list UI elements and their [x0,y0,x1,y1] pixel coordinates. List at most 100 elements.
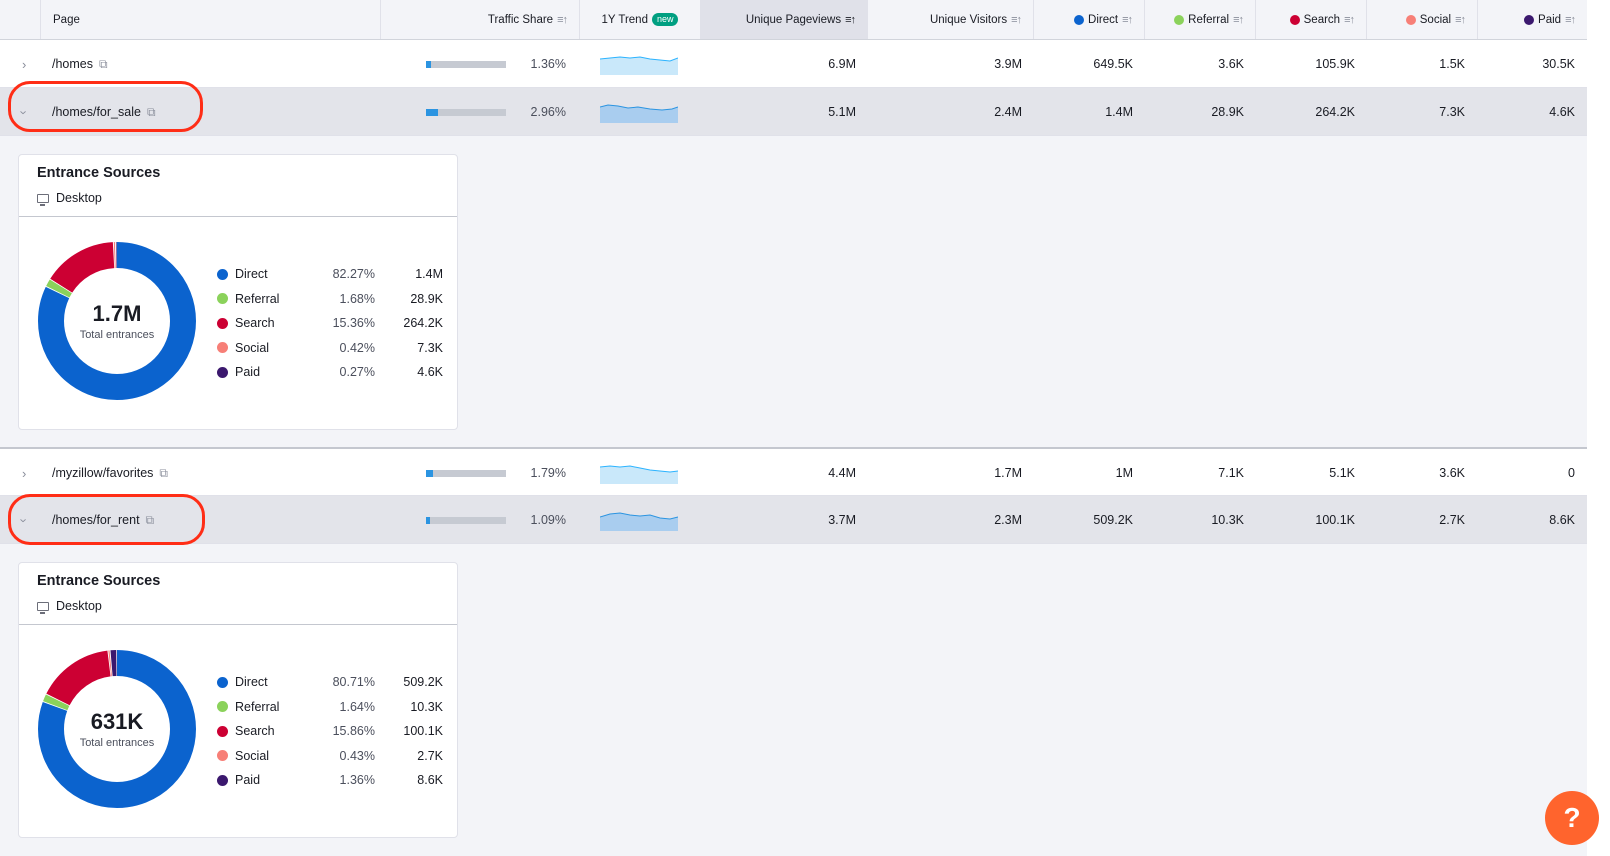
expand-chevron-icon[interactable]: › [22,40,38,88]
total-entrances-label: Total entrances [79,329,155,341]
scroll-gutter [1587,0,1610,856]
paid-value: 8.6K [1549,513,1575,527]
device-label: Desktop [37,599,102,614]
collapse-chevron-icon[interactable]: › [17,88,38,136]
collapse-chevron-icon[interactable]: › [17,496,38,544]
share-bar [426,449,506,497]
col-page-label: Page [53,13,80,26]
referral-value: 28.9K [1211,105,1244,119]
col-search[interactable]: Search ≡↑ [1255,0,1366,39]
col-direct[interactable]: Direct ≡↑ [1033,0,1144,39]
entrance-sources-card: Entrance Sources Desktop 1.7M Total entr… [18,154,458,430]
direct-dot-icon [1074,14,1085,25]
page-link[interactable]: /homes [52,57,93,71]
page-link[interactable]: /homes/for_sale [52,105,141,119]
col-unique-pageviews-label: Unique Pageviews [745,13,842,26]
legend-name: Social [235,340,270,355]
search-value: 264.2K [1315,105,1355,119]
sort-icon[interactable]: ≡↑ [1011,14,1022,26]
entrance-sources-card: Entrance Sources Desktop 631K Total entr… [18,562,458,838]
desktop-icon [37,601,49,614]
col-paid-label: Paid [1538,13,1562,26]
external-link-icon[interactable]: ⧉ [99,57,108,72]
legend-row-direct: Direct 82.27% 1.4M [217,262,443,287]
external-link-icon[interactable]: ⧉ [146,513,155,528]
legend-pct: 0.27% [339,365,375,380]
donut-center: 1.7M Total entrances [37,241,197,401]
sort-icon[interactable]: ≡↑ [1344,14,1355,26]
col-unique-visitors[interactable]: Unique Visitors ≡↑ [867,0,1033,39]
page-link[interactable]: /myzillow/favorites [52,466,153,480]
sort-icon[interactable]: ≡↑ [1565,14,1576,26]
sort-icon[interactable]: ≡↑ [1122,14,1133,26]
legend-pct: 1.36% [339,773,375,788]
search-value: 105.9K [1315,57,1355,71]
social-value: 2.7K [1439,513,1465,527]
expand-chevron-icon[interactable]: › [22,449,38,497]
traffic-share-value: 1.09% [530,513,566,527]
paid-value: 4.6K [1549,105,1575,119]
pageviews-value: 4.4M [828,466,856,480]
col-trend-label: 1Y Trend [601,13,648,26]
table-row[interactable]: › /homes/for_rent ⧉ 1.09% 3.7M 2.3M 509.… [0,496,1587,544]
external-link-icon[interactable]: ⧉ [159,466,168,481]
legend-row-search: Search 15.36% 264.2K [217,311,443,336]
table-row[interactable]: › /myzillow/favorites ⧉ 1.79% 4.4M 1.7M … [0,448,1587,496]
col-traffic-share[interactable]: Traffic Share ≡↑ [380,0,579,39]
legend-name: Search [235,316,275,331]
legend-row-referral: Referral 1.68% 28.9K [217,287,443,312]
legend: Direct 80.71% 509.2K Referral 1.64% 10.3K Se… [217,670,443,793]
search-value: 100.1K [1315,513,1355,527]
help-question-icon: ? [1563,802,1581,833]
legend-row-search: Search 15.86% 100.1K [217,719,443,744]
paid-dot-icon [217,366,228,378]
table-row[interactable]: › /homes ⧉ 1.36% 6.9M 3.9M 649.5K 3.6K 1… [0,40,1587,88]
sort-icon[interactable]: ≡↑ [845,14,856,26]
legend-name: Social [235,748,270,763]
legend-name: Search [235,724,275,739]
col-social-label: Social [1419,13,1452,26]
legend-value: 8.6K [417,773,443,788]
legend-row-social: Social 0.43% 2.7K [217,744,443,769]
page-link[interactable]: /homes/for_rent [52,513,140,527]
legend-value: 2.7K [417,748,443,763]
col-unique-pageviews[interactable]: Unique Pageviews ≡↑ [700,0,867,39]
sort-icon[interactable]: ≡↑ [1233,14,1244,26]
device-label: Desktop [37,191,102,206]
sort-icon[interactable]: ≡↑ [1455,14,1466,26]
traffic-share-value: 1.79% [530,466,566,480]
external-link-icon[interactable]: ⧉ [147,105,156,120]
col-paid[interactable]: Paid ≡↑ [1477,0,1587,39]
legend-row-paid: Paid 1.36% 8.6K [217,768,443,793]
entrance-sources-area: Entrance Sources Desktop 631K Total entr… [0,544,1587,844]
legend-row-paid: Paid 0.27% 4.6K [217,360,443,385]
col-social[interactable]: Social ≡↑ [1366,0,1477,39]
legend-pct: 1.68% [339,291,375,306]
legend-pct: 80.71% [332,675,375,690]
col-referral[interactable]: Referral ≡↑ [1144,0,1255,39]
pageviews-value: 5.1M [828,105,856,119]
device-text: Desktop [56,191,102,205]
trend-sparkline [600,40,680,88]
legend-pct: 0.42% [339,340,375,355]
legend-pct: 1.64% [339,699,375,714]
pageviews-value: 3.7M [828,513,856,527]
divider [19,624,457,625]
referral-dot-icon [1174,14,1185,25]
referral-value: 7.1K [1218,466,1244,480]
page-cell: /homes/for_sale ⧉ [52,88,372,136]
direct-dot-icon [217,268,228,280]
sort-icon[interactable]: ≡↑ [557,14,568,26]
pageviews-value: 6.9M [828,57,856,71]
legend-pct: 82.27% [332,267,375,282]
referral-value: 3.6K [1218,57,1244,71]
col-unique-visitors-label: Unique Visitors [929,13,1008,26]
table-header: Page Traffic Share ≡↑ 1Y Trend new Uniqu… [0,0,1587,40]
paid-dot-icon [1524,14,1535,25]
page-cell: /homes ⧉ [52,40,372,88]
page-cell: /homes/for_rent ⧉ [52,496,372,544]
search-dot-icon [217,317,228,329]
help-button[interactable]: ? [1545,791,1599,845]
table-row[interactable]: › /homes/for_sale ⧉ 2.96% 5.1M 2.4M 1.4M… [0,88,1587,136]
trend-sparkline [600,449,680,497]
